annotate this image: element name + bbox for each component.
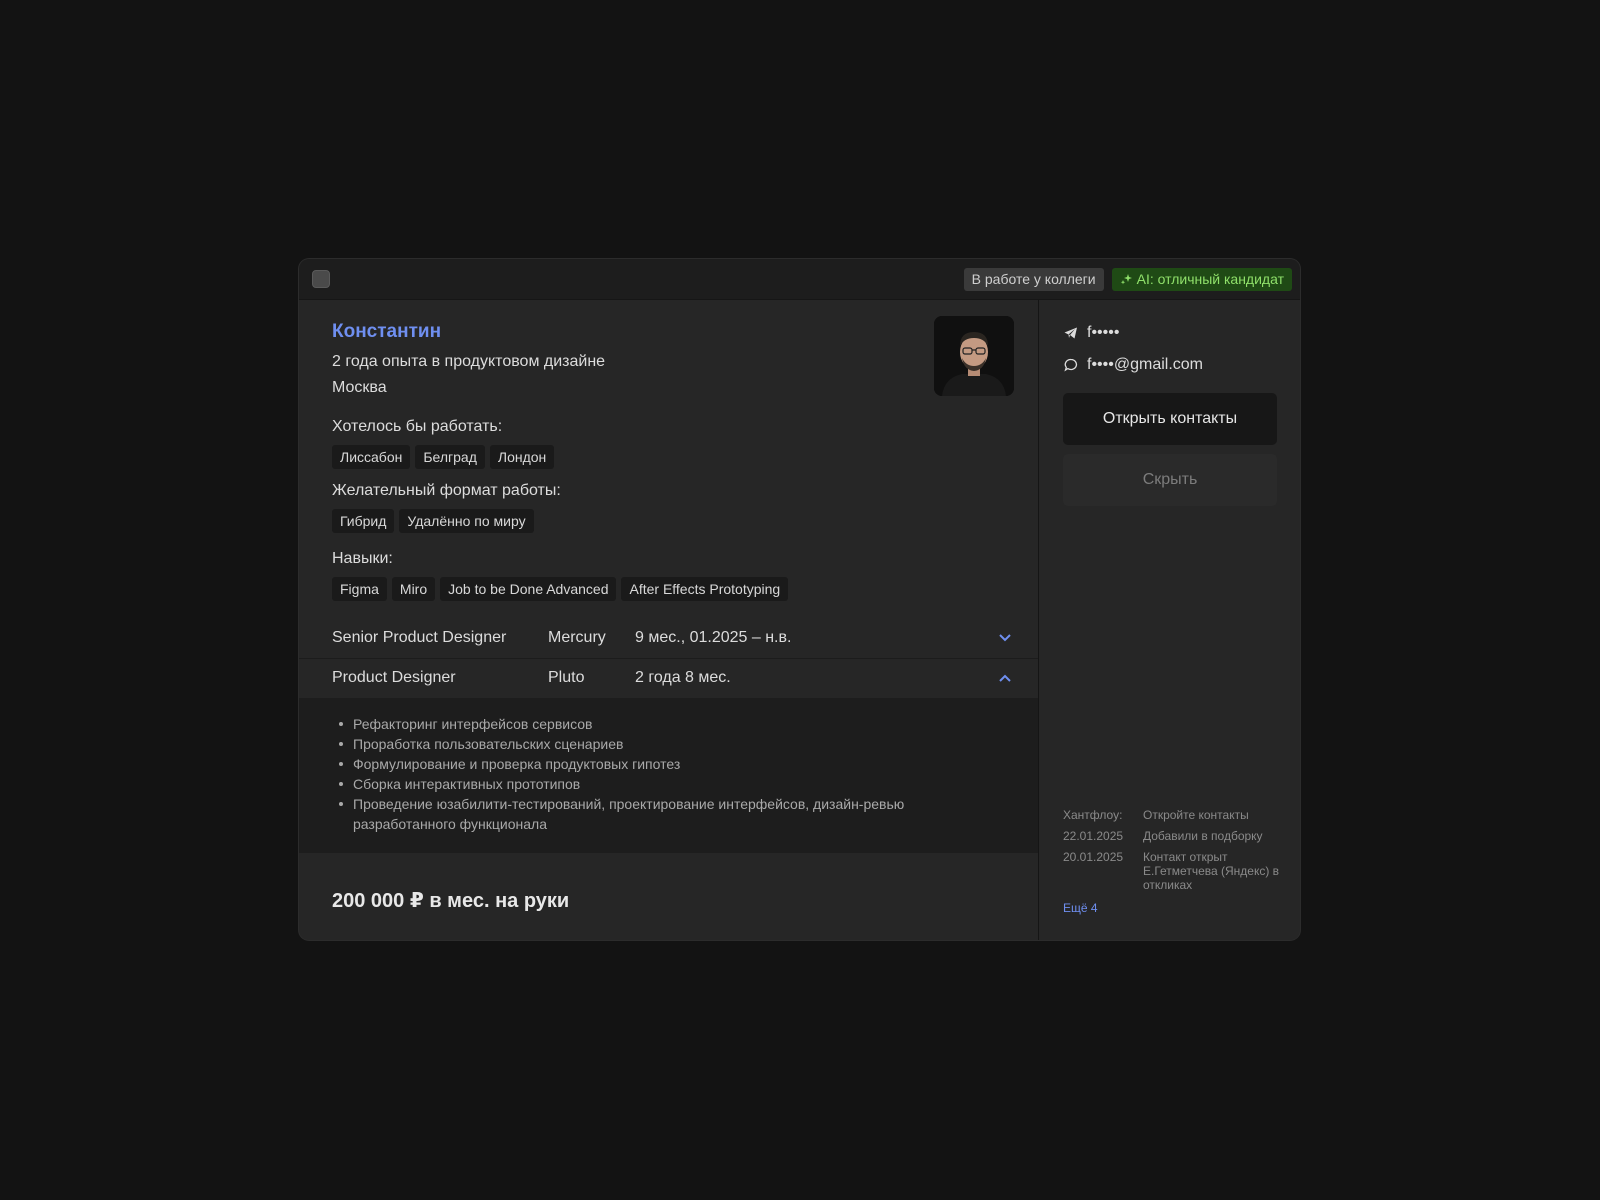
tag-skill: Job to be Done Advanced (440, 577, 617, 601)
avatar (934, 316, 1014, 396)
hide-button[interactable]: Скрыть (1063, 454, 1277, 506)
job-period: 9 мес., 01.2025 – н.в. (635, 629, 792, 646)
format-label: Желательный формат работы: (332, 482, 561, 499)
locations-label: Хотелось бы работать: (332, 418, 503, 435)
status-badges: В работе у коллеги AI: отличный кандидат (963, 268, 1292, 291)
telegram-icon (1064, 327, 1077, 339)
candidate-experience: 2 года опыта в продуктовом дизайне (332, 353, 606, 370)
contacts-panel: f••••• f••••@gmail.com Открыть контакты … (1039, 300, 1300, 940)
tag-skill: Miro (391, 577, 436, 601)
locations-tags: Лиссабон Белград Лондон (332, 445, 555, 469)
candidate-main: Константин 2 года опыта в продуктовом ди… (299, 300, 1039, 940)
history-list: Хантфлоу: Откройте контакты 22.01.2025 Д… (1063, 808, 1283, 915)
tag-location: Лондон (489, 445, 555, 469)
list-item: Сборка интерактивных прототипов (339, 774, 973, 794)
select-checkbox[interactable] (312, 270, 330, 288)
contact-telegram-value: f••••• (1087, 324, 1120, 341)
tag-format: Удалённо по миру (399, 509, 534, 533)
sparkle-icon (1120, 274, 1132, 285)
job-title: Product Designer (332, 669, 456, 686)
history-key: 22.01.2025 (1063, 829, 1124, 843)
history-key: Хантфлоу: (1063, 808, 1123, 822)
list-item: Проведение юзабилити-тестирований, проек… (339, 794, 973, 834)
history-more-link[interactable]: Ещё 4 (1063, 901, 1098, 915)
history-key: 20.01.2025 (1063, 850, 1124, 864)
status-badge-colleague: В работе у коллеги (963, 268, 1104, 291)
tag-skill: Figma (332, 577, 387, 601)
contact-email-value: f••••@gmail.com (1087, 356, 1203, 373)
open-contacts-button[interactable]: Открыть контакты (1063, 393, 1277, 445)
history-row: 22.01.2025 Добавили в подборку (1063, 829, 1283, 843)
job-company: Mercury (548, 629, 606, 646)
history-value: Добавили в подборку (1143, 829, 1263, 843)
skills-tags: Figma Miro Job to be Done Advanced After… (332, 577, 789, 601)
tag-format: Гибрид (332, 509, 395, 533)
status-badge-ai-label: AI: отличный кандидат (1136, 271, 1284, 287)
history-row: 20.01.2025 Контакт открыт Е.Гетметчева (… (1063, 850, 1283, 892)
job-duties-list: Рефакторинг интерфейсов сервисов Прорабо… (339, 714, 973, 834)
tag-location: Белград (415, 445, 485, 469)
list-item: Формулирование и проверка продуктовых ги… (339, 754, 973, 774)
card-topbar: В работе у коллеги AI: отличный кандидат (299, 259, 1300, 300)
skills-label: Навыки: (332, 550, 393, 567)
status-badge-ai: AI: отличный кандидат (1111, 268, 1292, 291)
tag-skill: After Effects Prototyping (621, 577, 789, 601)
candidate-name[interactable]: Константин (332, 321, 441, 343)
job-row[interactable]: Senior Product Designer Mercury 9 мес., … (299, 618, 1038, 659)
history-value: Откройте контакты (1143, 808, 1249, 822)
list-item: Рефакторинг интерфейсов сервисов (339, 714, 973, 734)
format-tags: Гибрид Удалённо по миру (332, 509, 534, 533)
contact-email: f••••@gmail.com (1064, 356, 1203, 374)
history-value: Контакт открыт Е.Гетметчева (Яндекс) в о… (1143, 850, 1280, 892)
history-row: Хантфлоу: Откройте контакты (1063, 808, 1283, 822)
tag-location: Лиссабон (332, 445, 411, 469)
salary: 200 000 ₽ в мес. на руки (332, 890, 570, 912)
candidate-city: Москва (332, 379, 387, 396)
job-company: Pluto (548, 669, 585, 686)
list-item: Проработка пользовательских сценариев (339, 734, 973, 754)
job-details: Рефакторинг интерфейсов сервисов Прорабо… (299, 698, 1038, 853)
job-title: Senior Product Designer (332, 629, 507, 646)
contact-telegram: f••••• (1064, 324, 1119, 342)
candidate-card: В работе у коллеги AI: отличный кандидат… (299, 259, 1300, 940)
job-period: 2 года 8 мес. (635, 669, 731, 686)
chat-bubble-icon (1064, 358, 1078, 372)
job-row[interactable]: Product Designer Pluto 2 года 8 мес. (299, 658, 1038, 698)
chevron-up-icon[interactable] (998, 672, 1012, 684)
chevron-down-icon[interactable] (998, 632, 1012, 644)
